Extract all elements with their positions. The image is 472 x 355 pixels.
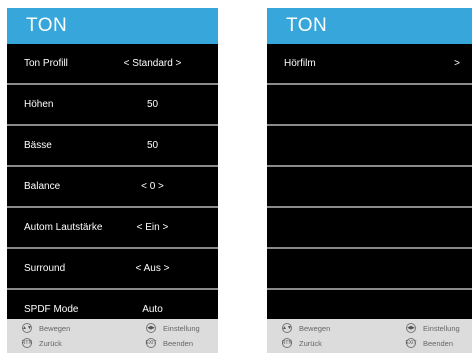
menu-item-value: 50 xyxy=(146,99,159,110)
chevron-right-icon: > xyxy=(454,58,460,69)
arrows-leftright-icon: ◀▶ xyxy=(406,323,416,333)
menu-item-label: Balance xyxy=(24,181,61,192)
arrows-updown-icon: ▲▼ xyxy=(22,323,32,333)
menu-title: TON xyxy=(267,8,472,44)
menu-empty-row xyxy=(267,249,472,290)
return-icon: RTN xyxy=(21,338,33,348)
hint-setting-label: Einstellung xyxy=(423,323,460,333)
menu-item-label: Höhen xyxy=(24,99,54,110)
hint-back: RTN Zurück xyxy=(282,338,322,348)
menu-item-label: Hörfilm xyxy=(284,58,316,69)
menu-item-value: < 0 > xyxy=(141,181,164,192)
hint-setting: ◀▶ Einstellung xyxy=(146,323,200,333)
menu-empty-row xyxy=(267,85,472,126)
menu-item-label: Surround xyxy=(24,263,66,274)
hint-move-label: Bewegen xyxy=(299,323,331,333)
arrows-updown-icon: ▲▼ xyxy=(282,323,292,333)
menu-item-value: < Aus > xyxy=(135,263,170,274)
menu-item-autom-lautstaerke[interactable]: Autom Lautstärke < Ein > xyxy=(7,208,218,249)
return-icon: RTN xyxy=(281,338,293,348)
sound-menu-panel: TON Ton Profill < Standard > Höhen 50 Bä… xyxy=(7,8,218,353)
hint-move: ▲▼ Bewegen xyxy=(282,323,330,333)
exit-icon: EXIT xyxy=(405,338,417,348)
hint-exit-label: Beenden xyxy=(423,338,454,348)
key-hint-bar: ▲▼ Bewegen ◀▶ Einstellung RTN Zurück EXI… xyxy=(7,319,218,353)
arrows-leftright-icon: ◀▶ xyxy=(146,323,156,333)
menu-item-ton-profil[interactable]: Ton Profill < Standard > xyxy=(7,44,218,85)
menu-item-hoehen[interactable]: Höhen 50 xyxy=(7,85,218,126)
menu-item-label: Ton Profill xyxy=(24,58,68,69)
key-hint-bar: ▲▼ Bewegen ◀▶ Einstellung RTN Zurück EXI… xyxy=(267,319,472,353)
menu-item-hoerfilm[interactable]: Hörfilm > xyxy=(267,44,472,85)
hint-move-label: Bewegen xyxy=(39,323,71,333)
hint-exit: EXIT Beenden xyxy=(145,338,194,348)
menu-item-value: < Ein > xyxy=(136,222,169,233)
menu-item-value: < Standard > xyxy=(123,58,182,69)
menu-empty-row xyxy=(267,208,472,249)
hint-back-label: Zurück xyxy=(39,338,62,348)
hint-exit: EXIT Beenden xyxy=(405,338,454,348)
hint-back-label: Zurück xyxy=(299,338,322,348)
exit-icon: EXIT xyxy=(145,338,157,348)
menu-title: TON xyxy=(7,8,218,44)
menu-item-label: Bässe xyxy=(24,140,52,151)
hint-move: ▲▼ Bewegen xyxy=(22,323,70,333)
hint-exit-label: Beenden xyxy=(163,338,194,348)
hint-setting: ◀▶ Einstellung xyxy=(406,323,460,333)
hint-setting-label: Einstellung xyxy=(163,323,200,333)
menu-empty-row xyxy=(267,126,472,167)
menu-item-baesse[interactable]: Bässe 50 xyxy=(7,126,218,167)
menu-item-balance[interactable]: Balance < 0 > xyxy=(7,167,218,208)
menu-item-value: 50 xyxy=(146,140,159,151)
hint-back: RTN Zurück xyxy=(22,338,62,348)
menu-empty-row xyxy=(267,167,472,208)
sound-menu-panel-page2: TON Hörfilm > ▲▼ Bewegen ◀▶ Einstellung … xyxy=(267,8,472,353)
menu-item-surround[interactable]: Surround < Aus > xyxy=(7,249,218,290)
